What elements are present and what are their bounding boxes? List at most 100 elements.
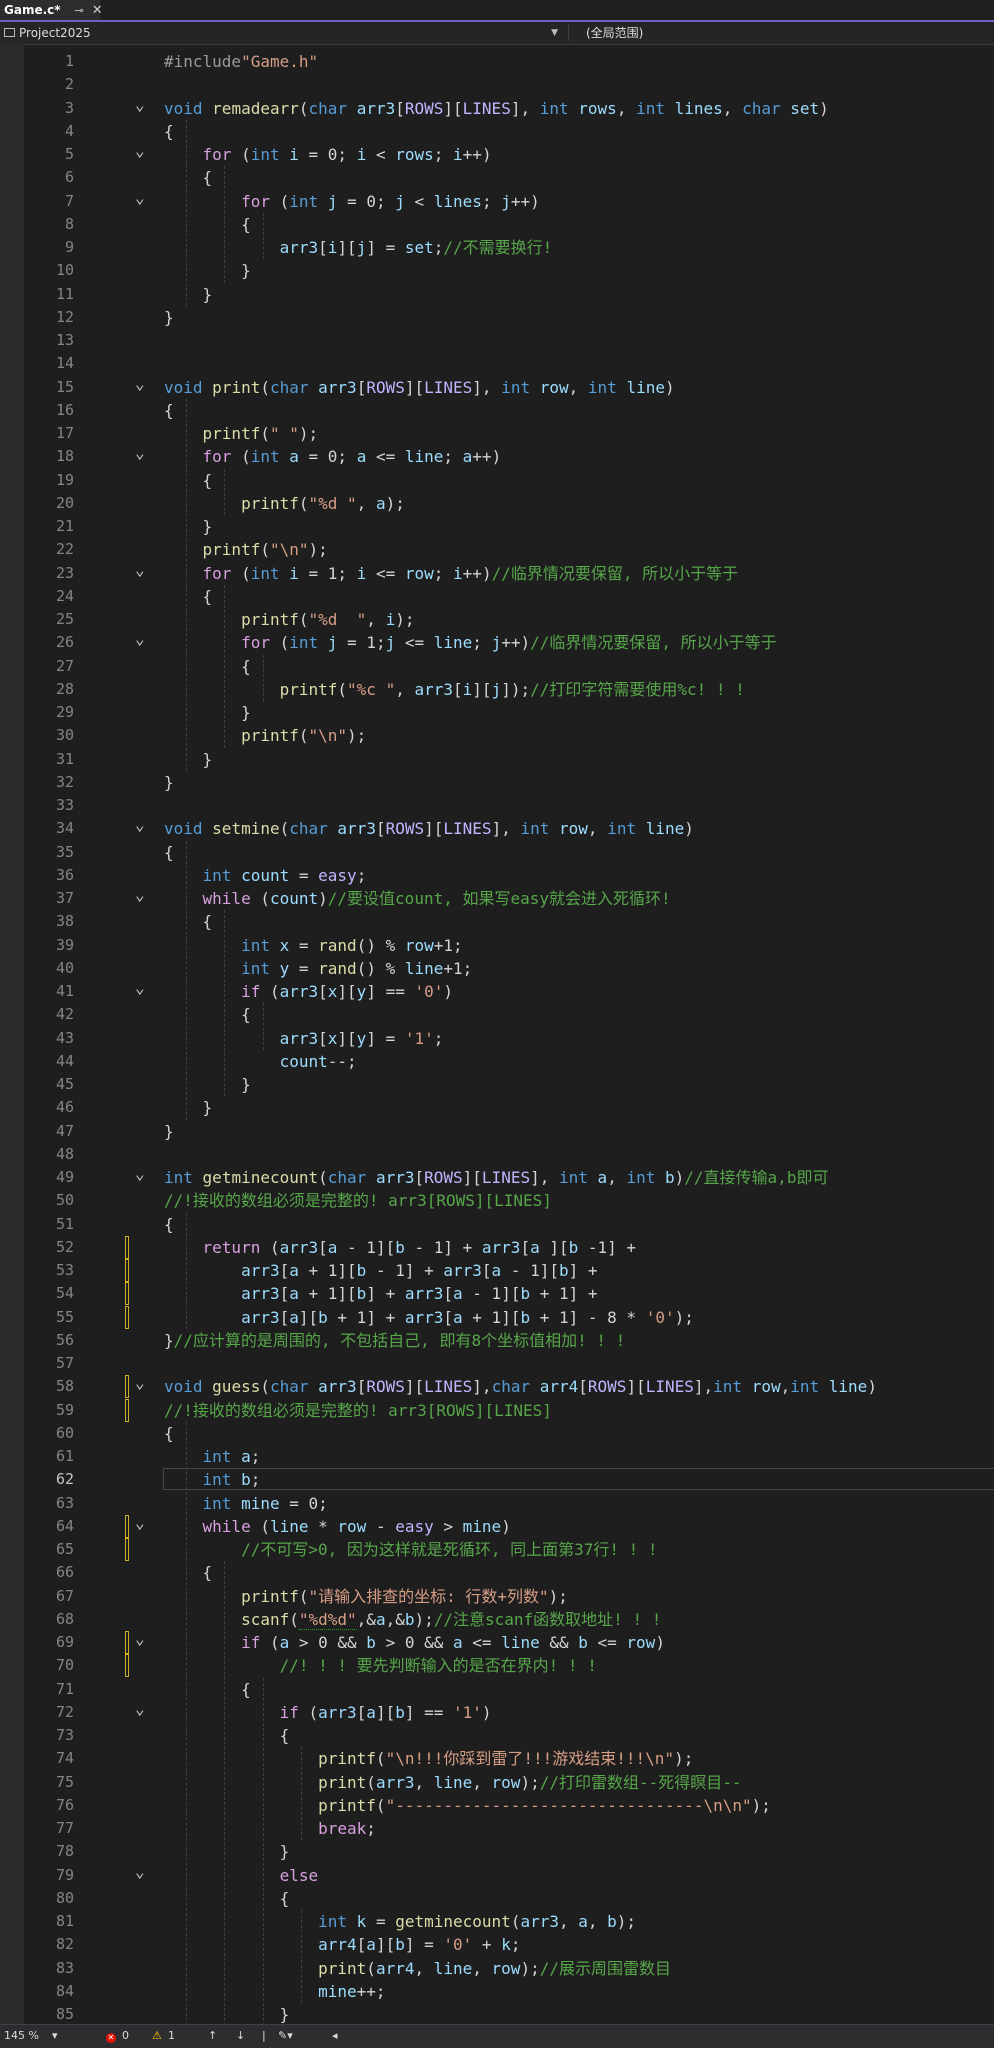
code-line[interactable]: 38 {: [24, 910, 994, 933]
fold-chevron-icon[interactable]: ⌄: [135, 143, 147, 159]
code-line[interactable]: 7 ⌄ for (int j = 0; j < lines; j++): [24, 189, 994, 213]
code-line[interactable]: 46 }: [24, 1096, 994, 1119]
code-line[interactable]: 24 {: [24, 585, 994, 608]
code-line[interactable]: 43 arr3[x][y] = '1';: [24, 1027, 994, 1050]
arrow-down-icon[interactable]: ↓: [236, 2029, 245, 2042]
fold-chevron-icon[interactable]: ⌄: [135, 1700, 147, 1717]
code-line[interactable]: 50 //!接收的数组必须是完整的! arr3[ROWS][LINES]: [24, 1189, 994, 1212]
code-line[interactable]: 78 }: [24, 1840, 994, 1863]
code-line[interactable]: 1 #include"Game.h": [24, 50, 994, 73]
code-line[interactable]: 34 ⌄ void setmine(char arr3[ROWS][LINES], …: [24, 817, 994, 840]
code-line[interactable]: 61 int a;: [24, 1445, 994, 1468]
code-line[interactable]: 59 //!接收的数组必须是完整的! arr3[ROWS][LINES]: [24, 1398, 994, 1422]
code-line[interactable]: 79 ⌄ else: [24, 1863, 994, 1887]
code-line[interactable]: 15 ⌄ void print(char arr3[ROWS][LINES], in…: [24, 375, 994, 399]
fold-chevron-icon[interactable]: ⌄: [135, 817, 147, 833]
code-line[interactable]: 70 //! ! ! 要先判断输入的是否在界内! ! !: [24, 1654, 994, 1678]
code-line[interactable]: 37 ⌄ while (count)//要设值count, 如果写easy就会进入…: [24, 887, 994, 910]
code-line[interactable]: 51 {: [24, 1213, 994, 1236]
code-line[interactable]: 31 }: [24, 748, 994, 771]
code-line[interactable]: 49 ⌄ int getminecount(char arr3[ROWS][LINE…: [24, 1166, 994, 1189]
code-line[interactable]: 58 ⌄ void guess(char arr3[ROWS][LINES],cha…: [24, 1375, 994, 1399]
code-line[interactable]: 77 break;: [24, 1817, 994, 1840]
code-line[interactable]: 19 {: [24, 469, 994, 492]
fold-chevron-icon[interactable]: ⌄: [135, 631, 147, 647]
fold-chevron-icon[interactable]: ⌄: [135, 980, 147, 996]
code-line[interactable]: 21 }: [24, 515, 994, 538]
code-line[interactable]: 65 //不可写>0, 因为这样就是死循环, 同上面第37行! ! !: [24, 1538, 994, 1561]
code-line[interactable]: 85 }: [24, 2003, 994, 2024]
code-line[interactable]: 74 printf("\n!!!你踩到雷了!!!游戏结束!!!\n");: [24, 1747, 994, 1770]
code-line[interactable]: 60 {: [24, 1422, 994, 1445]
code-line[interactable]: 63 int mine = 0;: [24, 1492, 994, 1515]
code-line[interactable]: 25 printf("%d ", i);: [24, 608, 994, 631]
code-line[interactable]: 16 {: [24, 399, 994, 422]
code-line[interactable]: 39 int x = rand() % row+1;: [24, 934, 994, 957]
pin-icon[interactable]: ⊸: [75, 4, 84, 17]
fold-chevron-icon[interactable]: ⌄: [135, 887, 147, 903]
code-line[interactable]: 44 count--;: [24, 1050, 994, 1073]
warning-icon[interactable]: ⚠: [152, 2029, 162, 2042]
code-line[interactable]: 9 arr3[i][j] = set;//不需要换行!: [24, 236, 994, 259]
code-line[interactable]: 67 printf("请输入排查的坐标: 行数+列数");: [24, 1585, 994, 1608]
fold-chevron-icon[interactable]: ⌄: [135, 96, 147, 113]
code-line[interactable]: 64 ⌄ while (line * row - easy > mine): [24, 1514, 994, 1538]
code-line[interactable]: 11 }: [24, 283, 994, 306]
code-line[interactable]: 2: [24, 73, 994, 96]
code-line[interactable]: 52 return (arr3[a - 1][b - 1] + arr3[a ]…: [24, 1235, 994, 1259]
code-line[interactable]: 14: [24, 352, 994, 375]
code-line[interactable]: 66 {: [24, 1561, 994, 1584]
code-line[interactable]: 40 int y = rand() % line+1;: [24, 957, 994, 980]
code-line[interactable]: 36 int count = easy;: [24, 864, 994, 887]
code-line[interactable]: 84 mine++;: [24, 1980, 994, 2003]
fold-chevron-icon[interactable]: ⌄: [135, 1631, 147, 1647]
fold-chevron-icon[interactable]: ⌄: [135, 1375, 147, 1391]
code-line[interactable]: 26 ⌄ for (int j = 1;j <= line; j++)//临界情况…: [24, 631, 994, 654]
code-line[interactable]: 13: [24, 329, 994, 352]
warning-count[interactable]: 1: [168, 2029, 175, 2042]
code-line[interactable]: 81 int k = getminecount(arr3, a, b);: [24, 1910, 994, 1933]
code-line[interactable]: 10 }: [24, 259, 994, 282]
code-line[interactable]: 57: [24, 1352, 994, 1375]
code-line[interactable]: 12}: [24, 306, 994, 329]
arrow-up-icon[interactable]: ↑: [208, 2029, 217, 2042]
code-line[interactable]: 41 ⌄ if (arr3[x][y] == '0'): [24, 980, 994, 1003]
code-line[interactable]: 4{: [24, 120, 994, 143]
code-line[interactable]: 47}: [24, 1120, 994, 1143]
code-line[interactable]: 69 ⌄ if (a > 0 && b > 0 && a <= line && b…: [24, 1631, 994, 1654]
code-line[interactable]: 76 printf("-----------------------------…: [24, 1794, 994, 1817]
code-line[interactable]: 23 ⌄ for (int i = 1; i <= row; i++)//临界情况…: [24, 561, 994, 585]
code-line[interactable]: 20 printf("%d ", a);: [24, 492, 994, 515]
fold-chevron-icon[interactable]: ⌄: [135, 445, 147, 461]
code-line[interactable]: 32}: [24, 771, 994, 794]
fold-chevron-icon[interactable]: ⌄: [135, 1166, 147, 1182]
code-line[interactable]: 75 print(arr3, line, row);//打印雷数组--死得瞑目-…: [24, 1771, 994, 1794]
code-line[interactable]: 72 ⌄ if (arr3[a][b] == '1'): [24, 1700, 994, 1724]
code-line[interactable]: 83 print(arr4, line, row);//展示周围雷数目: [24, 1957, 994, 1980]
code-line[interactable]: 27 {: [24, 655, 994, 678]
code-line[interactable]: 55 arr3[a][b + 1] + arr3[a + 1][b + 1] -…: [24, 1305, 994, 1329]
code-line[interactable]: 33: [24, 794, 994, 817]
code-line[interactable]: 71 {: [24, 1678, 994, 1701]
code-line[interactable]: 5 ⌄ for (int i = 0; i < rows; i++): [24, 143, 994, 166]
code-line[interactable]: 48: [24, 1143, 994, 1166]
code-line[interactable]: 29 }: [24, 701, 994, 724]
project-dropdown[interactable]: Project2025 ▼: [4, 24, 564, 41]
code-line[interactable]: 30 printf("\n");: [24, 724, 994, 747]
zoom-level[interactable]: 145 %: [4, 2029, 39, 2042]
scroll-left-icon[interactable]: ◂: [332, 2029, 338, 2042]
fold-chevron-icon[interactable]: ⌄: [135, 189, 147, 206]
fold-chevron-icon[interactable]: ⌄: [135, 375, 147, 392]
cleanup-brush-icon[interactable]: ✎▾: [278, 2029, 293, 2042]
code-line[interactable]: 35 {: [24, 841, 994, 864]
fold-chevron-icon[interactable]: ⌄: [135, 1514, 147, 1531]
code-line[interactable]: 6 {: [24, 166, 994, 189]
tab-game-c[interactable]: Game.c* ⊸ ✕: [0, 0, 103, 20]
error-count[interactable]: 0: [122, 2029, 129, 2042]
code-line[interactable]: 3 ⌄ void remadearr(char arr3[ROWS][LINES],…: [24, 96, 994, 120]
code-line[interactable]: 82 arr4[a][b] = '0' + k;: [24, 1933, 994, 1956]
code-editor[interactable]: 1 #include"Game.h" 2 3 ⌄ void remadearr(char …: [24, 44, 994, 2024]
code-line[interactable]: 68 scanf("%d%d",&a,&b);//注意scanf函数取地址! !…: [24, 1608, 994, 1631]
code-line[interactable]: 42 {: [24, 1003, 994, 1026]
code-line[interactable]: 45 }: [24, 1073, 994, 1096]
